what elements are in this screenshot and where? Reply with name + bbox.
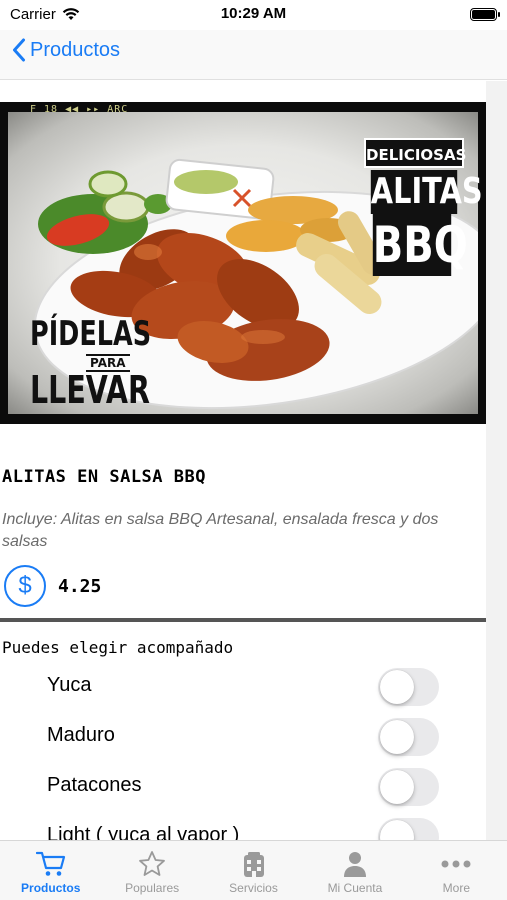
star-icon xyxy=(135,849,169,879)
image-badge-main-2: BBQ xyxy=(372,214,468,276)
tab-bar: Productos Populares Servicios Mi Cuenta … xyxy=(0,840,507,900)
tab-more[interactable]: More xyxy=(406,841,507,900)
back-label: Productos xyxy=(30,38,121,61)
image-plate-area: DELICIOSAS ALITAS BBQ PÍDELAS PARA LLEVA… xyxy=(8,112,483,414)
option-toggle[interactable] xyxy=(378,768,439,806)
dollar-circle-icon: $ xyxy=(4,565,46,607)
battery-icon xyxy=(470,8,500,21)
tab-label: Servicios xyxy=(229,881,278,895)
image-badge-top: DELICIOSAS xyxy=(364,138,466,168)
toggle-knob xyxy=(380,720,414,754)
tab-label: More xyxy=(442,881,470,895)
building-icon xyxy=(237,849,271,879)
cart-icon xyxy=(34,849,68,879)
chevron-left-icon xyxy=(13,38,25,62)
image-badge-left-1: PÍDELAS xyxy=(30,314,152,354)
tab-label: Mi Cuenta xyxy=(327,881,383,895)
option-row: Light ( yuca al vapor ) xyxy=(0,815,486,840)
tab-populares[interactable]: Populares xyxy=(101,841,202,900)
tab-mi-cuenta[interactable]: Mi Cuenta xyxy=(304,841,405,900)
status-time: 10:29 AM xyxy=(220,5,287,22)
product-name: ALITAS EN SALSA BBQ xyxy=(2,467,206,487)
price-row: $ 4.25 xyxy=(4,565,101,607)
option-label: Maduro xyxy=(47,724,115,746)
product-image: F 18 ◀◀ ▸▸ ARC DELICIOSAS ALITAS BBQ PÍD… xyxy=(0,102,486,424)
option-row: Maduro xyxy=(0,715,486,765)
more-icon xyxy=(439,849,473,879)
person-icon xyxy=(338,849,372,879)
option-row: Patacones xyxy=(0,765,486,815)
toggle-knob xyxy=(380,820,414,840)
tab-label: Populares xyxy=(125,881,180,895)
status-bar: Carrier 10:29 AM xyxy=(0,0,507,30)
toggle-knob xyxy=(380,770,414,804)
option-toggle[interactable] xyxy=(378,818,439,840)
tab-productos[interactable]: Productos xyxy=(0,841,101,900)
scroll-gutter xyxy=(486,81,507,840)
navigation-bar: Productos xyxy=(0,30,507,80)
options-title: Puedes elegir acompañado xyxy=(2,638,234,657)
option-toggle[interactable] xyxy=(378,668,439,706)
option-toggle[interactable] xyxy=(378,718,439,756)
product-price: 4.25 xyxy=(58,575,102,597)
option-label: Patacones xyxy=(47,774,142,796)
tab-label: Productos xyxy=(21,881,81,895)
image-badge-main-1: ALITAS xyxy=(370,170,483,214)
option-label: Light ( yuca al vapor ) xyxy=(47,824,240,840)
option-label: Yuca xyxy=(47,674,92,696)
toggle-knob xyxy=(380,670,414,704)
back-button[interactable]: Productos xyxy=(12,38,120,62)
product-detail-scroll[interactable]: F 18 ◀◀ ▸▸ ARC DELICIOSAS ALITAS BBQ PÍD… xyxy=(0,81,507,840)
image-badge-left-3: LLEVAR xyxy=(30,368,150,412)
product-description: Incluye: Alitas en salsa BBQ Artesanal, … xyxy=(2,511,439,550)
section-divider xyxy=(0,618,486,622)
option-row: Yuca xyxy=(0,665,486,715)
tab-servicios[interactable]: Servicios xyxy=(203,841,304,900)
